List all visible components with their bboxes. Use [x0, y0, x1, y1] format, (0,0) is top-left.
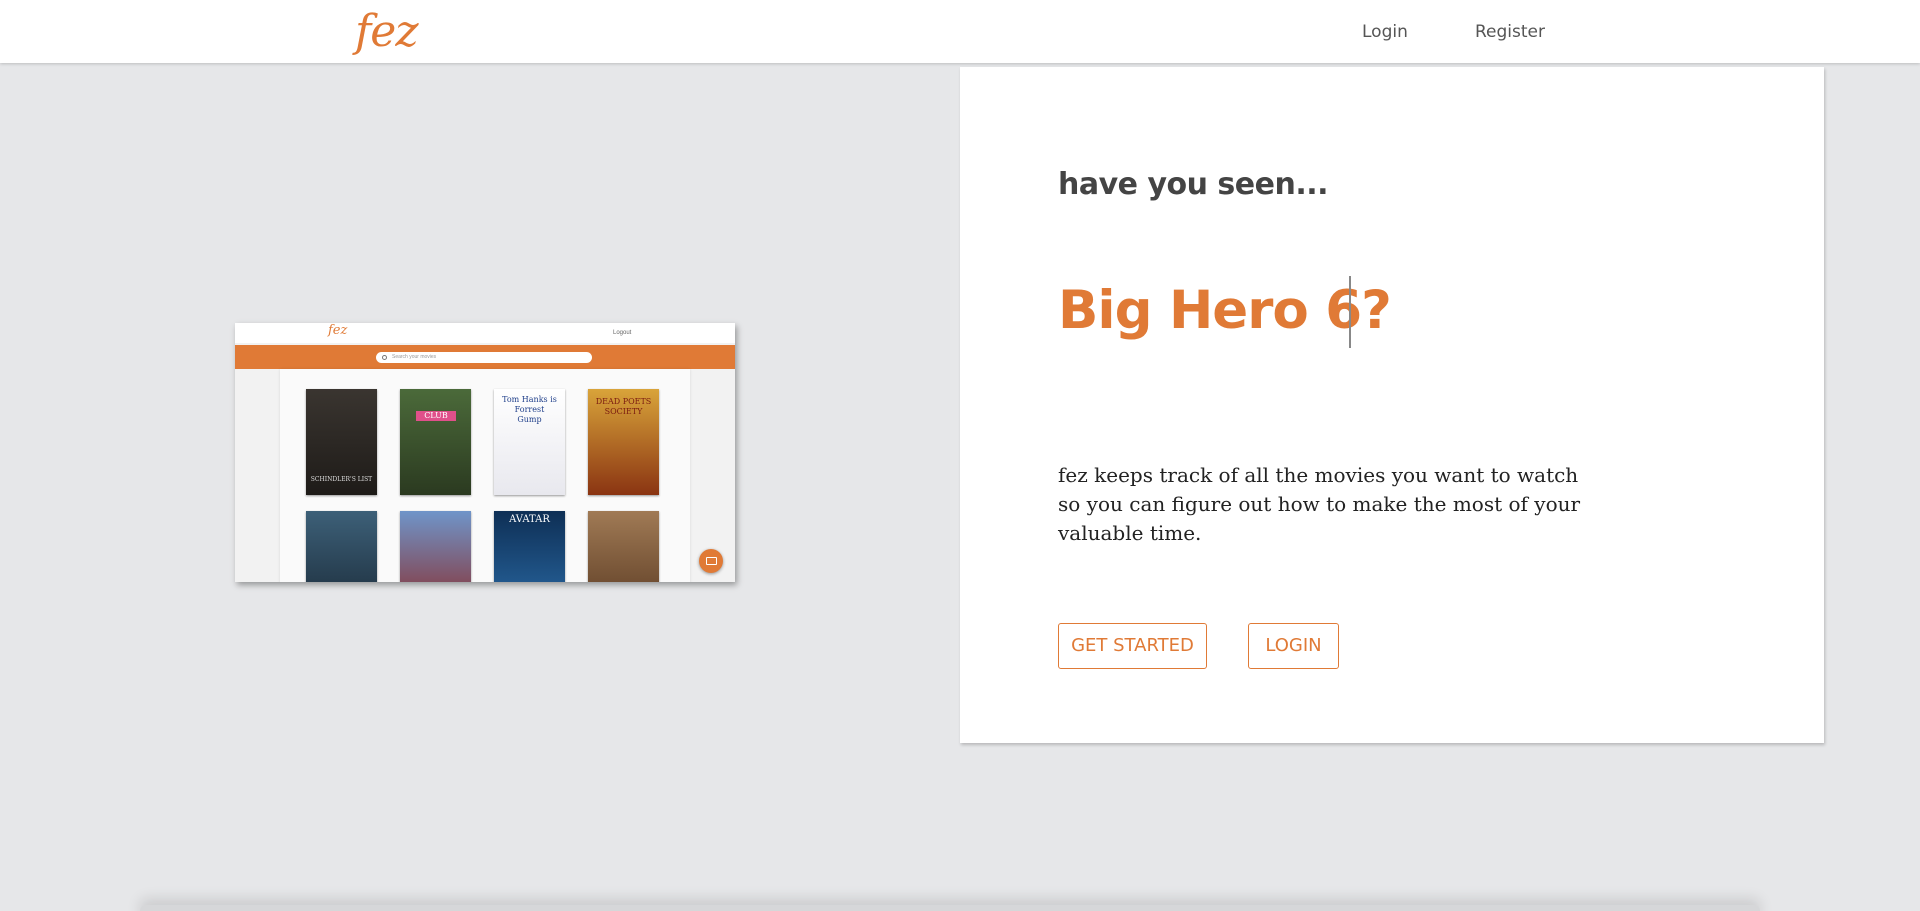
search-icon [382, 355, 387, 360]
fez-logo[interactable]: fez [355, 6, 419, 58]
poster-forrest-gump: Tom Hanks is Forrest Gump [494, 389, 565, 495]
preview-search-input: Search your movies [376, 352, 592, 363]
poster-title: AVATAR [509, 514, 550, 525]
typing-caret [1349, 276, 1351, 348]
poster-schindlers-list: SCHINDLER'S LIST [306, 389, 377, 495]
get-started-button[interactable]: GET STARTED [1058, 623, 1207, 669]
poster-title: CLUB [416, 411, 456, 421]
preview-logout-link: Logout [613, 330, 632, 336]
poster-titanic [588, 511, 659, 582]
preview-navbar: fez Logout [235, 323, 735, 343]
bottom-section-edge [140, 905, 1760, 911]
app-preview-screenshot: fez Logout Search your movies SCHINDLER'… [235, 323, 735, 582]
hero-description: fez keeps track of all the movies you wa… [1058, 463, 1581, 545]
poster-title: DEAD POETS SOCIETY [595, 397, 652, 416]
hero-panel: have you seen... Big Hero 6? fez keeps t… [960, 67, 1824, 743]
top-navbar: fez Login Register [0, 0, 1920, 63]
poster-title: SCHINDLER'S LIST [310, 476, 373, 483]
hero-subtitle: have you seen... [1058, 167, 1329, 202]
poster-the-avengers [306, 511, 377, 582]
preview-feedback-icon [699, 549, 723, 573]
hero-movie-title: Big Hero 6? [1058, 280, 1392, 341]
preview-search-placeholder: Search your movies [392, 354, 437, 360]
poster-dead-poets-society: DEAD POETS SOCIETY [588, 389, 659, 495]
preview-movie-grid: SCHINDLER'S LIST CLUB Tom Hanks is Forre… [280, 369, 690, 582]
poster-title: Tom Hanks is Forrest Gump [502, 395, 557, 424]
nav-register-link[interactable]: Register [1475, 22, 1545, 42]
poster-spider-man [400, 511, 471, 582]
login-button[interactable]: LOGIN [1248, 623, 1339, 669]
nav-login-link[interactable]: Login [1362, 22, 1408, 42]
poster-avatar: AVATAR [494, 511, 565, 582]
poster-fight-club: CLUB [400, 389, 471, 495]
preview-logo: fez [328, 323, 348, 338]
